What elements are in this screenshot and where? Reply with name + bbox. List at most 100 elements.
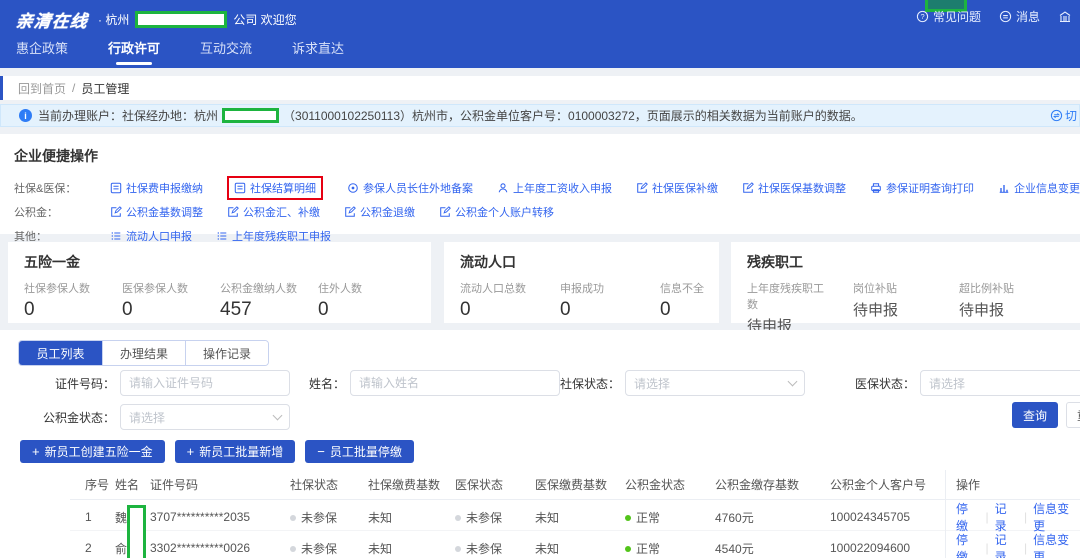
shebao-status-select[interactable]: 请选择 — [625, 370, 805, 396]
switch-account-link[interactable]: 切 — [1050, 107, 1077, 124]
stat-value: 0 — [460, 299, 532, 321]
edit-icon — [344, 206, 356, 218]
table-row: 1 魏 3707**********2035 未参保 未知 未参保 未知 正常 … — [70, 500, 1080, 531]
employee-panel: 员工列表 办理结果 操作记录 证件号码： 姓名： 社保状态： 请选择 医保状态：… — [0, 330, 1080, 558]
link-shebaofei-shenbao-jiaona[interactable]: 社保费申报缴纳 — [110, 180, 203, 196]
card-liudong-renkou: 流动人口 流动人口总数0 申报成功0 信息不全0 — [444, 242, 719, 323]
stop-payment-link[interactable]: 停缴 — [956, 531, 979, 558]
person-icon — [497, 182, 509, 194]
cell-gjj-account: 100022094600 — [830, 541, 945, 555]
batch-stop-payment-button[interactable]: − 员工批量停缴 — [305, 440, 414, 463]
reset-button[interactable]: 重置 — [1066, 402, 1080, 428]
info-icon: i — [19, 109, 32, 122]
target-icon — [347, 182, 359, 194]
plus-icon: + — [32, 444, 40, 459]
record-link[interactable]: 记录 — [995, 531, 1018, 558]
query-button[interactable]: 查询 — [1012, 402, 1058, 428]
message-link[interactable]: 消息 — [999, 8, 1040, 25]
cell-gjj-status: 正常 — [625, 540, 715, 557]
faq-link[interactable]: 常见问题 — [916, 8, 981, 25]
yibao-status-select[interactable]: 请选择 — [920, 370, 1080, 396]
gjj-status-select[interactable]: 请选择 — [120, 404, 290, 430]
nav-suqiu-zhida[interactable]: 诉求直达 — [292, 38, 344, 65]
list-icon — [110, 230, 122, 242]
cell-yibao-status: 未参保 — [455, 509, 535, 526]
company-name-redaction — [135, 11, 227, 28]
stop-payment-link[interactable]: 停缴 — [956, 500, 979, 534]
notice-text-prefix: 当前办理账户：社保经办地：杭州 — [38, 107, 218, 124]
link-gjj-jishu-tiaozheng[interactable]: 公积金基数调整 — [110, 204, 203, 220]
record-link[interactable]: 记录 — [995, 500, 1018, 534]
table-header: 序号 姓名 证件号码 社保状态 社保缴费基数 医保状态 医保缴费基数 公积金状态… — [70, 470, 1080, 500]
welcome-text: 公司 欢迎您 — [233, 11, 296, 28]
cell-yibao-base: 未知 — [535, 509, 625, 526]
printer-icon — [870, 182, 882, 194]
table-row: 2 俞 3302**********0026 未参保 未知 未参保 未知 正常 … — [70, 531, 1080, 558]
quickops-row-shebao: 社保&医保： 社保费申报缴纳 社保结算明细 参保人员长住外地备案 上年度工资收入… — [14, 176, 1066, 200]
stat-value: 0 — [318, 299, 402, 321]
card-wuxian-yijin: 五险一金 社保参保人数0 医保参保人数0 公积金缴纳人数457 住外人数0 — [8, 242, 431, 323]
link-gjj-tuijiao[interactable]: 公积金退缴 — [344, 204, 415, 220]
plus-icon: + — [187, 444, 195, 459]
name-input[interactable] — [350, 370, 560, 396]
link-shebao-yibao-bujiao[interactable]: 社保医保补缴 — [636, 180, 718, 196]
tab-processing-results[interactable]: 办理结果 — [102, 341, 185, 365]
nav-xingzheng-xuke[interactable]: 行政许可 — [108, 38, 160, 65]
cell-id: 3302**********0026 — [150, 541, 290, 555]
info-change-link[interactable]: 信息变更 — [1033, 500, 1080, 534]
card-canji-zhigong: 残疾职工 上年度残疾职工数待申报 岗位补贴待申报 超比例补贴待申报 — [731, 242, 1080, 323]
stat-value: 457 — [220, 299, 304, 321]
tab-employee-list[interactable]: 员工列表 — [19, 341, 102, 365]
stat-value: 0 — [660, 299, 732, 321]
cell-gjj-status: 正常 — [625, 509, 715, 526]
nav-huiqi-zhengce[interactable]: 惠企政策 — [16, 38, 68, 65]
batch-add-employee-button[interactable]: + 新员工批量新增 — [175, 440, 296, 463]
bank-icon — [1058, 10, 1072, 24]
tab-operation-records[interactable]: 操作记录 — [185, 341, 268, 365]
list-icon — [216, 230, 228, 242]
stat-value: 0 — [122, 299, 206, 321]
breadcrumb-current: 员工管理 — [81, 80, 129, 97]
enterprise-center-link[interactable] — [1058, 10, 1072, 24]
edit-icon — [742, 182, 754, 194]
notice-company-redaction — [222, 108, 279, 123]
cell-shebao-base: 未知 — [368, 540, 455, 557]
account-notice-bar: i 当前办理账户：社保经办地：杭州 （3011000102250113）杭州市，… — [0, 104, 1080, 127]
cell-no: 1 — [85, 510, 115, 524]
edit-icon — [439, 206, 451, 218]
stat-value: 0 — [560, 299, 632, 321]
link-canbao-zhengming-dayin[interactable]: 参保证明查询打印 — [870, 180, 974, 196]
status-dot-gray — [455, 546, 461, 552]
cell-no: 2 — [85, 541, 115, 555]
link-qiye-xinxi-biangeng[interactable]: 企业信息变更 — [998, 180, 1080, 196]
app-logo: 亲清在线 — [15, 7, 90, 32]
edit-icon — [636, 182, 648, 194]
link-shebao-jiesuan-mingxi[interactable]: 社保结算明细 — [227, 176, 323, 200]
cell-shebao-status: 未参保 — [290, 509, 368, 526]
quickops-row-gongjijin: 公积金： 公积金基数调整 公积金汇、补缴 公积金退缴 公积金个人账户转移 — [14, 200, 1066, 224]
info-change-link[interactable]: 信息变更 — [1033, 531, 1080, 558]
stat-cards: 五险一金 社保参保人数0 医保参保人数0 公积金缴纳人数457 住外人数0 流动… — [0, 242, 1080, 323]
edit-icon — [227, 206, 239, 218]
link-gjj-hui-bujiao[interactable]: 公积金汇、补缴 — [227, 204, 320, 220]
notice-text-suffix: （3011000102250113）杭州市，公积金单位客户号：010000327… — [283, 107, 863, 124]
message-icon — [999, 10, 1012, 23]
name-redaction — [127, 505, 146, 558]
switch-icon — [1050, 109, 1063, 122]
cell-operations: 停缴 | 记录 | 信息变更 — [945, 531, 1080, 558]
link-shebao-yibao-jishu-tiaozheng[interactable]: 社保医保基数调整 — [742, 180, 846, 196]
bulk-actions: + 新员工创建五险一金 + 新员工批量新增 − 员工批量停缴 — [20, 440, 414, 463]
status-dot-gray — [455, 515, 461, 521]
link-gjj-geren-zhanghu-zhuanyi[interactable]: 公积金个人账户转移 — [439, 204, 554, 220]
breadcrumb-home[interactable]: 回到首页 — [18, 80, 66, 97]
breadcrumb: 回到首页 / 员工管理 — [0, 76, 1080, 100]
status-dot-gray — [290, 546, 296, 552]
cert-number-input[interactable] — [120, 370, 290, 396]
nav-hudong-jiaoliu[interactable]: 互动交流 — [200, 38, 252, 65]
link-gongzi-shouru-shenbao[interactable]: 上年度工资收入申报 — [497, 180, 612, 196]
app-header: 亲清在线 · 杭州 公司 欢迎您 常见问题 消息 惠企政策 行政许可 互动交流 … — [0, 0, 1080, 68]
quick-operations-title: 企业便捷操作 — [14, 146, 1066, 166]
panel-tabs: 员工列表 办理结果 操作记录 — [18, 340, 269, 366]
create-wuxianyijin-button[interactable]: + 新员工创建五险一金 — [20, 440, 165, 463]
link-canbao-changzhu-waidi-beian[interactable]: 参保人员长住外地备案 — [347, 180, 473, 196]
